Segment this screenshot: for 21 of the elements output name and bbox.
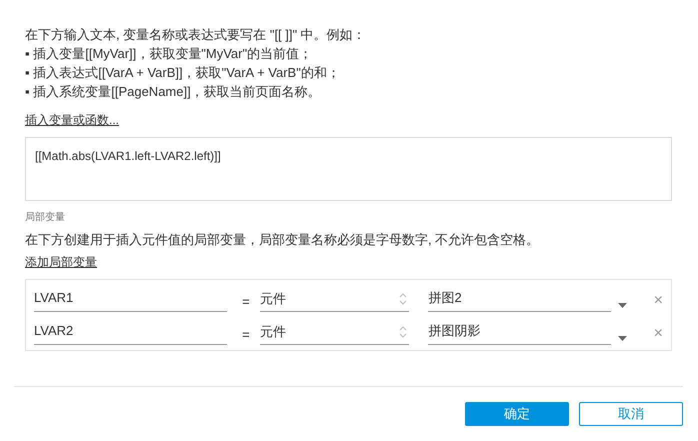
dropdown-caret-icon[interactable] bbox=[618, 336, 627, 341]
example-text: ▪ 插入系统变量[[PageName]]，获取当前页面名称。 bbox=[25, 83, 322, 101]
variable-name-field[interactable]: LVAR1 bbox=[34, 286, 228, 312]
target-select[interactable]: 拼图2 bbox=[428, 286, 611, 312]
stepper-icon bbox=[399, 292, 408, 306]
type-select[interactable]: 元件 bbox=[260, 319, 410, 345]
type-select[interactable]: 元件 bbox=[260, 286, 410, 312]
example-text: ▪ 插入变量[[MyVar]]，获取变量"MyVar"的当前值； bbox=[25, 45, 314, 63]
insert-variable-link[interactable]: 插入变量或函数... bbox=[25, 113, 120, 127]
equals-sign: = bbox=[242, 293, 251, 311]
instructions-text: 在下方输入文本, 变量名称或表达式要写在 "[[ ]]" 中。例如： bbox=[25, 26, 367, 44]
target-select[interactable]: 拼图阴影 bbox=[428, 319, 611, 345]
example-text: ▪ 插入表达式[[VarA + VarB]]，获取"VarA + VarB"的和； bbox=[25, 64, 341, 82]
description-text: 在下方创建用于插入元件值的局部变量，局部变量名称必须是字母数字, 不允许包含空格。 bbox=[25, 231, 540, 249]
variable-name-field[interactable]: LVAR2 bbox=[34, 319, 228, 345]
section-heading: 局部变量 bbox=[25, 211, 65, 225]
dropdown-caret-icon[interactable] bbox=[618, 303, 627, 308]
add-local-variable-link[interactable]: 添加局部变量 bbox=[25, 255, 97, 269]
stepper-icon bbox=[399, 324, 408, 338]
expression-text-area[interactable]: [[Math.abs(LVAR1.left-LVAR2.left)]] bbox=[25, 137, 672, 201]
equals-sign: = bbox=[242, 326, 251, 344]
